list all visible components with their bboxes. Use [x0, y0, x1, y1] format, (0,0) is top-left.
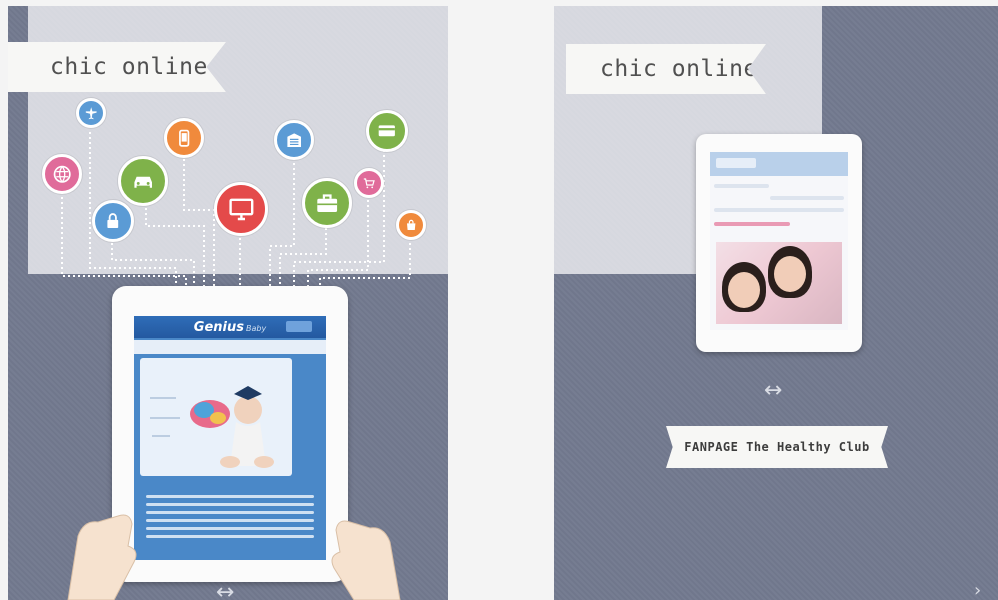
children-photo — [716, 242, 842, 324]
phone-icon — [164, 118, 204, 158]
app-menu-button[interactable] — [286, 321, 312, 332]
fanpage-banner: FANPAGE The Healthy Club — [666, 426, 888, 468]
next-arrow-icon[interactable]: › — [974, 580, 981, 600]
swipe-arrows-icon: ↔ — [764, 378, 783, 403]
monitor-icon — [214, 182, 268, 236]
app-title: Genius Baby — [193, 319, 267, 335]
chic-online-banner: chic online — [566, 44, 766, 94]
fanpage-label: FANPAGE The Healthy Club — [684, 440, 870, 454]
bag-icon — [396, 210, 426, 240]
swipe-arrows-icon: ↔ — [216, 580, 235, 600]
credit-card-icon — [366, 110, 408, 152]
app-description-text — [146, 490, 314, 546]
website-header — [710, 152, 848, 176]
right-hand-illustration — [331, 520, 401, 600]
website-logo — [716, 158, 756, 168]
banner-label: chic online — [50, 54, 208, 80]
lock-icon — [92, 200, 134, 242]
app-featured-card — [140, 358, 292, 476]
building-icon — [274, 120, 314, 160]
globe-icon — [42, 154, 82, 194]
chic-online-banner: chic online — [8, 42, 226, 92]
briefcase-icon — [302, 178, 352, 228]
text-line — [714, 222, 790, 226]
app-header: Genius Baby — [134, 316, 326, 338]
text-line — [770, 196, 844, 200]
tablet-screen — [710, 152, 848, 330]
tablet-screen: Genius Baby — [134, 316, 326, 560]
airplane-icon — [76, 98, 106, 128]
banner-label: chic online — [600, 56, 758, 82]
left-hand-illustration — [67, 514, 137, 600]
car-icon — [118, 156, 168, 206]
tablet-device — [696, 134, 862, 352]
cart-icon — [354, 168, 384, 198]
left-page: chic online Genius Baby ↔ — [8, 6, 448, 600]
text-line — [714, 184, 770, 188]
app-subheader — [134, 340, 326, 354]
text-line — [714, 208, 844, 212]
right-page: chic online ↔ FANPAGE The Healthy Club › — [554, 6, 998, 600]
baby-illustration — [150, 386, 274, 468]
